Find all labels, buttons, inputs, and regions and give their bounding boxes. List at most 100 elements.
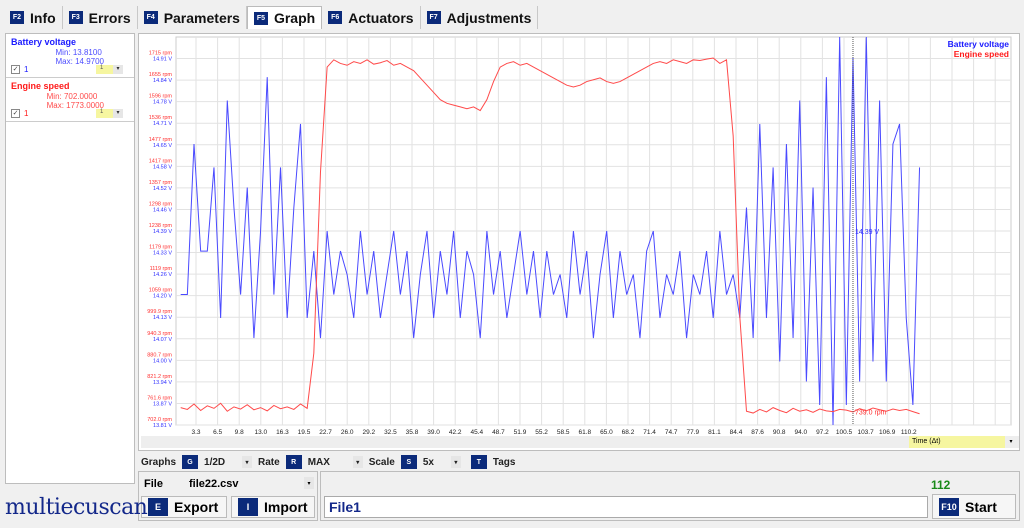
y-tick-label-v: 14.07 V [153, 337, 172, 343]
x-tick-label: 42.2 [449, 429, 462, 436]
y-tick-label-v: 13.81 V [153, 423, 172, 429]
tags-button[interactable]: Tags [493, 457, 516, 468]
parameter-graph-select[interactable]: 1 ▾ [96, 65, 123, 74]
cursor-value-rpm: 739.0 rpm [855, 410, 887, 417]
hotkey-badge: F2 [10, 11, 24, 24]
x-tick-label: 65.0 [600, 429, 613, 436]
parameter-index: 1 [24, 65, 29, 74]
record-name-input[interactable]: File1 [324, 496, 928, 518]
record-panel: 112 File1 F10 Start [320, 471, 1020, 521]
horizontal-scrollbar[interactable] [141, 436, 1019, 448]
export-button[interactable]: E Export [141, 496, 227, 518]
chevron-down-icon[interactable]: ▾ [304, 477, 314, 489]
x-axis-select[interactable]: Time (Δt) [909, 436, 1005, 448]
sample-count: 112 [931, 478, 951, 492]
cursor-value-v: 14.39 V [855, 229, 879, 236]
import-label: Import [264, 499, 308, 515]
x-tick-label: 29.2 [362, 429, 375, 436]
x-tick-label: 32.5 [384, 429, 397, 436]
tab-label: Actuators [348, 9, 414, 26]
y-tick-label-v: 14.46 V [153, 207, 172, 213]
x-tick-label: 19.5 [298, 429, 311, 436]
y-tick-label-v: 14.39 V [153, 229, 172, 235]
y-tick-label-v: 14.71 V [153, 121, 172, 127]
graphs-label: Graphs [141, 456, 177, 468]
parameter-checkbox[interactable]: ✓ [11, 65, 20, 74]
graphs-key: G [182, 455, 199, 469]
parameter-checkbox[interactable]: ✓ [11, 109, 20, 118]
record-name-value: File1 [329, 499, 361, 515]
chevron-down-icon[interactable]: ▾ [242, 456, 253, 468]
y-tick-label-v: 13.87 V [153, 401, 172, 407]
x-tick-label: 6.5 [213, 429, 222, 436]
y-tick-label-v: 14.52 V [153, 186, 172, 192]
file-label: File [144, 478, 163, 490]
tab-bar: F2 Info F3 Errors F4 Parameters F5 Graph F6 Actua… [4, 6, 539, 30]
tab-label: Graph [273, 10, 316, 26]
graphs-select[interactable]: 1/2D [204, 457, 242, 468]
hotkey-badge: F4 [143, 11, 158, 24]
tab-parameters[interactable]: F4 Parameters [137, 6, 247, 29]
x-tick-label: 13.0 [254, 429, 267, 436]
logo: multiecuscan [5, 495, 148, 520]
tab-label: Parameters [163, 9, 240, 26]
hotkey-badge: F7 [426, 11, 441, 24]
line-chart: 702.0 rpm13.81 V761.6 rpm13.87 V821.2 rp… [147, 36, 1012, 436]
graph-toolbar: Graphs G 1/2D ▾ Rate R MAX ▾ Scale S 5x ▾ T Tag… [141, 455, 515, 469]
scale-label: Scale [368, 456, 395, 468]
export-key: E [148, 498, 168, 516]
graph-panel: 702.0 rpm 13.81 V 761.6 rpm 13.87 V 821.2 rp… [138, 33, 1020, 451]
y-tick-label-v: 14.58 V [153, 164, 172, 170]
hotkey-badge: F5 [253, 11, 268, 25]
rate-select[interactable]: MAX [308, 457, 353, 468]
parameter-name: Battery voltage [11, 37, 77, 47]
tab-graph[interactable]: F5 Graph [246, 6, 323, 29]
x-tick-label: 74.7 [665, 429, 678, 436]
x-tick-label: 71.4 [643, 429, 656, 436]
y-tick-label-v: 14.91 V [153, 57, 172, 63]
scale-select[interactable]: 5x [423, 457, 451, 468]
x-tick-label: 68.2 [622, 429, 635, 436]
tab-label: Errors [88, 9, 131, 26]
rate-label: Rate [258, 456, 280, 468]
parameter-graph-select[interactable]: 1 ▾ [96, 109, 123, 118]
tab-adjustments[interactable]: F7 Adjustments [420, 6, 539, 29]
chevron-down-icon[interactable]: ▾ [1005, 436, 1017, 448]
y-tick-label-v: 14.00 V [153, 358, 172, 364]
tab-label: Info [30, 9, 56, 26]
tab-errors[interactable]: F3 Errors [62, 6, 138, 29]
file-panel: File file22.csv ▾ E Export I Import [138, 471, 318, 521]
chevron-down-icon: ▾ [113, 109, 123, 118]
tab-label: Adjustments [446, 9, 532, 26]
x-tick-label: 9.8 [235, 429, 244, 436]
parameter-item: Battery voltage Min: 13.8100 Max: 14.9700… [6, 34, 134, 78]
x-tick-label: 110.2 [901, 429, 917, 436]
y-tick-label-v: 13.94 V [153, 380, 172, 386]
x-tick-label: 26.0 [341, 429, 354, 436]
x-tick-label: 106.9 [879, 429, 896, 436]
y-tick-label-v: 14.20 V [153, 294, 172, 300]
x-tick-label: 103.7 [857, 429, 874, 436]
rate-key: R [285, 455, 302, 469]
start-button[interactable]: F10 Start [932, 494, 1016, 519]
chevron-down-icon[interactable]: ▾ [450, 456, 461, 468]
x-tick-label: 45.4 [470, 429, 483, 436]
x-tick-label: 81.1 [708, 429, 721, 436]
x-tick-label: 97.2 [816, 429, 829, 436]
scale-key: S [400, 455, 417, 469]
x-tick-label: 84.4 [730, 429, 743, 436]
import-key: I [238, 498, 258, 516]
file-select[interactable]: file22.csv [189, 478, 239, 490]
x-tick-label: 87.6 [751, 429, 764, 436]
x-tick-label: 61.8 [578, 429, 591, 436]
tab-info[interactable]: F2 Info [4, 6, 63, 29]
start-label: Start [965, 498, 997, 515]
chevron-down-icon[interactable]: ▾ [352, 456, 363, 468]
import-button[interactable]: I Import [231, 496, 315, 518]
start-key: F10 [939, 497, 959, 516]
parameter-name: Engine speed [11, 81, 70, 91]
y-tick-label-v: 14.65 V [153, 143, 172, 149]
parameter-item: Engine speed Min: 702.0000 Max: 1773.0000… [6, 78, 134, 122]
x-axis-select-value: Time (Δt) [912, 438, 941, 445]
tab-actuators[interactable]: F6 Actuators [322, 6, 421, 29]
